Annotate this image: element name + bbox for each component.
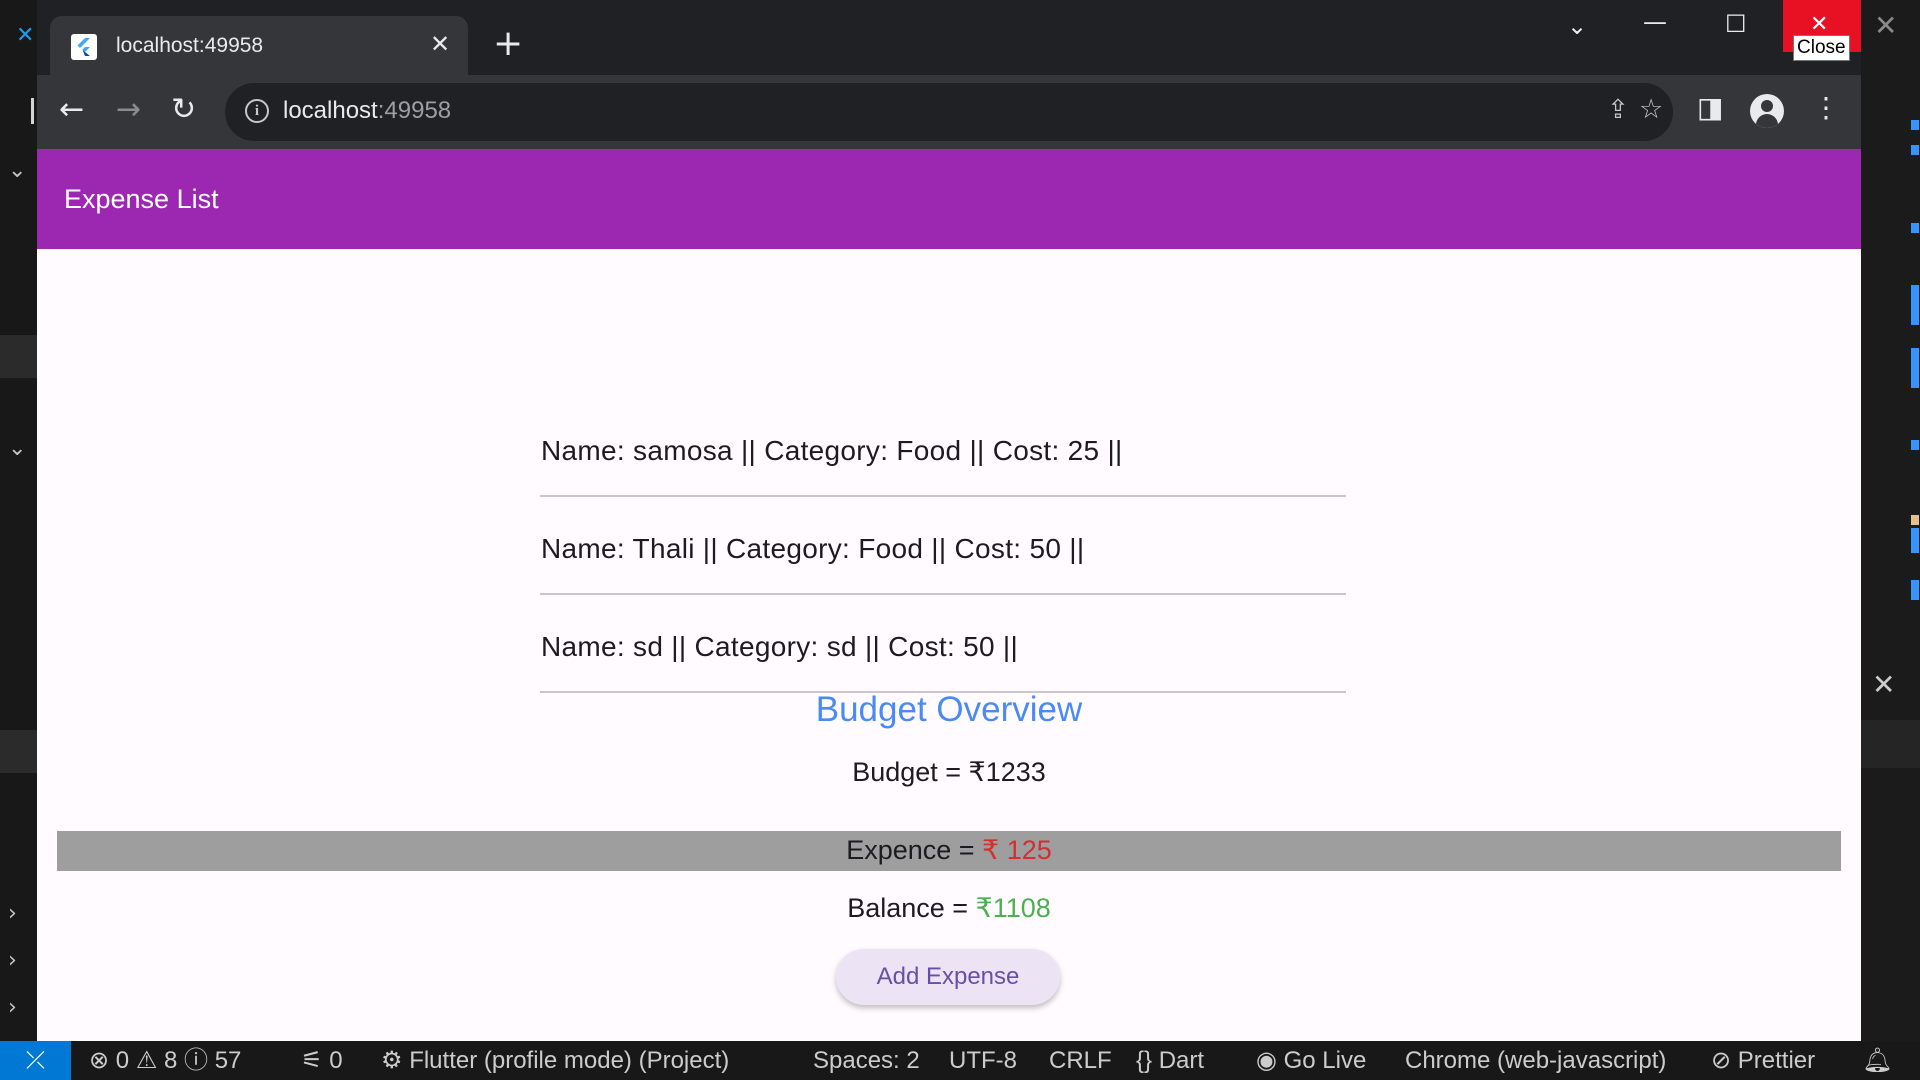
- panel-row-highlight: [1861, 720, 1920, 768]
- remote-window-icon[interactable]: ⤫: [0, 1041, 71, 1080]
- go-live-button[interactable]: ◉ Go Live: [1256, 1041, 1366, 1080]
- tab-search-icon[interactable]: ⌄: [1567, 14, 1587, 38]
- browser-tab[interactable]: localhost:49958 ✕: [50, 16, 468, 75]
- expence-text: Expence = ₹ 125: [57, 835, 1841, 866]
- expence-banner: Expence = ₹ 125: [57, 831, 1841, 871]
- expense-list-item[interactable]: Name: sd || Category: sd || Cost: 50 ||: [540, 595, 1346, 693]
- device-selector[interactable]: Chrome (web-javascript): [1405, 1041, 1666, 1080]
- close-icon: ✕: [1810, 12, 1829, 37]
- go-live-text: Go Live: [1283, 1047, 1367, 1074]
- prettier-text: Prettier: [1737, 1047, 1816, 1074]
- prettier-status[interactable]: ⊘ Prettier: [1711, 1041, 1815, 1080]
- budget-text: Budget = ₹1233: [852, 757, 1046, 787]
- scroll-marker: [1911, 348, 1919, 388]
- info-count: 57: [214, 1047, 242, 1074]
- share-icon[interactable]: ⇪: [1607, 97, 1629, 123]
- vscode-status-bar: ⤫ ⊗ 0 ⚠ 8 ⓘ 57 ⚟ 0 ⚙ Flutter (profile mo…: [0, 1041, 1920, 1080]
- balance-value: ₹1108: [975, 893, 1051, 923]
- scroll-marker: [1911, 440, 1919, 450]
- reload-icon[interactable]: ↻: [171, 95, 196, 125]
- flutter-logo-icon: ✕: [16, 23, 35, 48]
- side-panel-icon[interactable]: ◨: [1697, 94, 1723, 122]
- budget-overview-heading: Budget Overview: [815, 690, 1083, 729]
- warning-icon: ⚠: [135, 1047, 158, 1074]
- ports-count: 0: [329, 1047, 343, 1074]
- braces-icon: {}: [1136, 1047, 1153, 1074]
- scroll-marker: [1911, 285, 1919, 325]
- language-mode[interactable]: {} Dart: [1136, 1041, 1204, 1080]
- chevron-right-icon[interactable]: ›: [8, 950, 17, 972]
- close-panel-icon[interactable]: ✕: [1872, 671, 1895, 699]
- prettier-disabled-icon: ⊘: [1711, 1047, 1732, 1074]
- ports-indicator[interactable]: ⚟ 0: [301, 1041, 343, 1080]
- broadcast-icon: ◉: [1256, 1047, 1277, 1074]
- site-info-icon[interactable]: i: [245, 99, 269, 123]
- chevron-down-icon[interactable]: ⌄: [8, 438, 26, 460]
- scroll-marker: [1911, 580, 1919, 600]
- menu-kebab-icon[interactable]: ⋮: [1812, 94, 1840, 122]
- editor-tab-indicator: [31, 98, 34, 124]
- app-bar: Expense List: [37, 149, 1861, 249]
- flutter-device-mode[interactable]: ⚙ Flutter (profile mode) (Project): [381, 1041, 729, 1080]
- chevron-right-icon[interactable]: ›: [8, 903, 17, 925]
- scroll-marker: [1911, 145, 1919, 155]
- new-tab-button[interactable]: +: [493, 26, 523, 62]
- minimize-icon[interactable]: —: [1643, 10, 1667, 34]
- expense-text: Name: sd || Category: sd || Cost: 50 ||: [541, 631, 1019, 662]
- address-bar[interactable]: i localhost:49958 ⇪ ☆: [225, 83, 1673, 141]
- expence-label: Expence =: [846, 835, 983, 865]
- flutter-favicon-icon: [71, 34, 97, 60]
- app-title: Expense List: [64, 184, 219, 214]
- url-host: localhost: [283, 97, 378, 124]
- explorer-row-highlight: [0, 730, 37, 773]
- vscode-activity-strip: ✕ ⌄ ⌄ › › ›: [0, 0, 37, 1041]
- indentation-status[interactable]: Spaces: 2: [813, 1041, 920, 1080]
- expence-value: ₹ 125: [982, 835, 1052, 865]
- add-expense-button[interactable]: Add Expense: [836, 949, 1060, 1005]
- forward-arrow-icon[interactable]: →: [116, 95, 141, 125]
- encoding-status[interactable]: UTF-8: [949, 1041, 1017, 1080]
- flutter-mode-text: Flutter (profile mode) (Project): [409, 1047, 730, 1074]
- error-count: 0: [115, 1047, 130, 1074]
- vscode-minimap-strip: ✕ ✕: [1861, 0, 1920, 1041]
- tab-close-icon[interactable]: ✕: [430, 32, 450, 56]
- bookmark-star-icon[interactable]: ☆: [1639, 96, 1663, 123]
- debug-icon: ⚙: [381, 1047, 403, 1074]
- browser-window: localhost:49958 ✕ + ⌄ — ☐ ✕ Close ← → ↻ …: [37, 0, 1861, 1041]
- explorer-row-highlight: [0, 335, 37, 378]
- language-text: Dart: [1158, 1047, 1205, 1074]
- balance-text: Balance = ₹1108: [37, 893, 1861, 924]
- url-port: :49958: [377, 97, 452, 124]
- screen: ✕ ⌄ ⌄ › › › ✕ ✕ localhost:49958 ✕ + ⌄ — …: [0, 0, 1920, 1080]
- close-icon[interactable]: ✕: [1874, 12, 1897, 40]
- tab-strip: localhost:49958 ✕ + ⌄ — ☐ ✕ Close: [37, 0, 1861, 75]
- back-arrow-icon[interactable]: ←: [59, 95, 84, 125]
- chevron-right-icon[interactable]: ›: [8, 997, 17, 1019]
- balance-label: Balance =: [847, 893, 976, 923]
- warning-count: 8: [164, 1047, 178, 1074]
- url-text: localhost:49958: [283, 97, 451, 125]
- close-tooltip: Close: [1793, 35, 1850, 61]
- broadcast-icon: ⚟: [301, 1047, 323, 1074]
- chevron-down-icon[interactable]: ⌄: [8, 160, 26, 182]
- info-icon: ⓘ: [184, 1047, 209, 1074]
- notifications-bell-icon[interactable]: 🔔︎: [1862, 1041, 1892, 1080]
- browser-toolbar: ← → ↻ i localhost:49958 ⇪ ☆ ◨ ⋮: [37, 75, 1861, 149]
- maximize-icon[interactable]: ☐: [1725, 12, 1747, 36]
- profile-avatar-icon[interactable]: [1750, 94, 1784, 128]
- expense-list-item[interactable]: Name: Thali || Category: Food || Cost: 5…: [540, 497, 1346, 595]
- error-icon: ⊗: [89, 1047, 110, 1074]
- expense-list-item[interactable]: Name: samosa || Category: Food || Cost: …: [540, 399, 1346, 497]
- eol-status[interactable]: CRLF: [1049, 1041, 1112, 1080]
- scroll-marker: [1911, 120, 1919, 130]
- scroll-marker: [1911, 528, 1919, 553]
- expense-text: Name: samosa || Category: Food || Cost: …: [541, 435, 1123, 466]
- expense-text: Name: Thali || Category: Food || Cost: 5…: [541, 533, 1085, 564]
- scroll-marker: [1911, 223, 1919, 233]
- tab-title: localhost:49958: [116, 34, 264, 57]
- app-viewport: Expense List Name: samosa || Category: F…: [37, 149, 1861, 1041]
- problems-indicator[interactable]: ⊗ 0 ⚠ 8 ⓘ 57: [89, 1041, 241, 1080]
- scroll-marker: [1911, 515, 1919, 525]
